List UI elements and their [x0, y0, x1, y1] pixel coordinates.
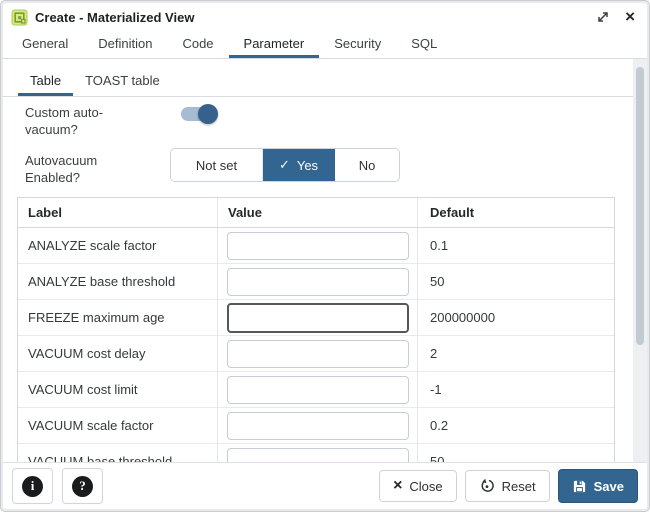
table-row: VACUUM base threshold 50	[18, 444, 614, 462]
tab-sql[interactable]: SQL	[396, 31, 452, 58]
tab-general[interactable]: General	[7, 31, 83, 58]
window-controls: ×	[595, 9, 639, 25]
table-row: VACUUM cost delay 2	[18, 336, 614, 372]
help-icon: ?	[72, 476, 93, 497]
expand-icon[interactable]	[595, 9, 611, 25]
row-default: 2	[418, 346, 614, 361]
custom-autovacuum-toggle[interactable]	[181, 107, 215, 121]
custom-autovacuum-label: Custom auto-vacuum?	[25, 105, 143, 139]
vacuum-cost-delay-input[interactable]	[227, 340, 409, 368]
close-x-icon: ×	[393, 478, 402, 494]
row-label: VACUUM cost delay	[18, 336, 218, 371]
option-no[interactable]: No	[335, 149, 399, 181]
autovacuum-enabled-group: Not set ✓ Yes No	[170, 148, 400, 182]
reset-label: Reset	[502, 479, 536, 494]
tab-parameter[interactable]: Parameter	[229, 31, 320, 58]
row-default: 200000000	[418, 310, 614, 325]
header-label: Label	[18, 198, 218, 227]
vertical-scrollbar[interactable]	[633, 59, 647, 462]
row-label: VACUUM cost limit	[18, 372, 218, 407]
help-button[interactable]: ?	[62, 468, 103, 504]
row-label: VACUUM scale factor	[18, 408, 218, 443]
option-yes-label: Yes	[297, 158, 318, 173]
save-button[interactable]: Save	[558, 469, 638, 503]
dialog-window: Create - Materialized View × General Def…	[0, 0, 650, 512]
header-value: Value	[218, 198, 418, 227]
main-tabbar: General Definition Code Parameter Securi…	[3, 31, 647, 59]
create-materialized-view-dialog: Create - Materialized View × General Def…	[3, 3, 647, 509]
subtab-toast-table[interactable]: TOAST table	[73, 68, 172, 96]
dialog-title: Create - Materialized View	[35, 10, 194, 25]
close-label: Close	[409, 479, 442, 494]
analyze-base-threshold-input[interactable]	[227, 268, 409, 296]
info-icon: i	[22, 476, 43, 497]
row-default: 50	[418, 454, 614, 462]
vacuum-scale-factor-input[interactable]	[227, 412, 409, 440]
table-row: ANALYZE base threshold 50	[18, 264, 614, 300]
row-label: ANALYZE base threshold	[18, 264, 218, 299]
parameters-table: Label Value Default ANALYZE scale factor…	[17, 197, 615, 462]
table-row: VACUUM scale factor 0.2	[18, 408, 614, 444]
analyze-scale-factor-input[interactable]	[227, 232, 409, 260]
reset-icon	[479, 478, 495, 494]
tab-definition[interactable]: Definition	[83, 31, 167, 58]
subtab-table[interactable]: Table	[18, 68, 73, 96]
reset-button[interactable]: Reset	[465, 470, 550, 502]
window-close-icon[interactable]: ×	[625, 9, 635, 25]
toggle-knob	[198, 104, 218, 124]
footer: i ? × Close Reset	[3, 462, 647, 509]
tab-code[interactable]: Code	[167, 31, 228, 58]
save-label: Save	[594, 479, 624, 494]
header-default: Default	[418, 205, 614, 220]
vacuum-cost-limit-input[interactable]	[227, 376, 409, 404]
table-row: ANALYZE scale factor 0.1	[18, 228, 614, 264]
row-default: 0.1	[418, 238, 614, 253]
footer-actions: × Close Reset	[379, 469, 638, 503]
row-default: -1	[418, 382, 614, 397]
materialized-view-icon	[11, 9, 29, 26]
close-button[interactable]: × Close	[379, 470, 457, 502]
freeze-maximum-age-input[interactable]	[227, 303, 409, 333]
vacuum-base-threshold-input[interactable]	[227, 448, 409, 463]
table-row: FREEZE maximum age 200000000	[18, 300, 614, 336]
row-label: ANALYZE scale factor	[18, 228, 218, 263]
sql-info-button[interactable]: i	[12, 468, 53, 504]
option-yes[interactable]: ✓ Yes	[263, 149, 335, 181]
table-row: VACUUM cost limit -1	[18, 372, 614, 408]
option-not-set[interactable]: Not set	[171, 149, 263, 181]
row-default: 0.2	[418, 418, 614, 433]
row-label: FREEZE maximum age	[18, 300, 218, 335]
check-icon: ✓	[279, 157, 290, 173]
row-label: VACUUM base threshold	[18, 444, 218, 462]
sub-tabbar: Table TOAST table	[3, 68, 633, 97]
save-icon	[572, 479, 587, 494]
table-header-row: Label Value Default	[18, 198, 614, 228]
autovacuum-enabled-label: Autovacuum Enabled?	[25, 153, 143, 187]
titlebar: Create - Materialized View ×	[3, 3, 647, 31]
tab-security[interactable]: Security	[319, 31, 396, 58]
row-default: 50	[418, 274, 614, 289]
scrollbar-thumb[interactable]	[636, 67, 644, 345]
parameter-panel: Table TOAST table Custom auto-vacuum? Au…	[3, 59, 633, 462]
